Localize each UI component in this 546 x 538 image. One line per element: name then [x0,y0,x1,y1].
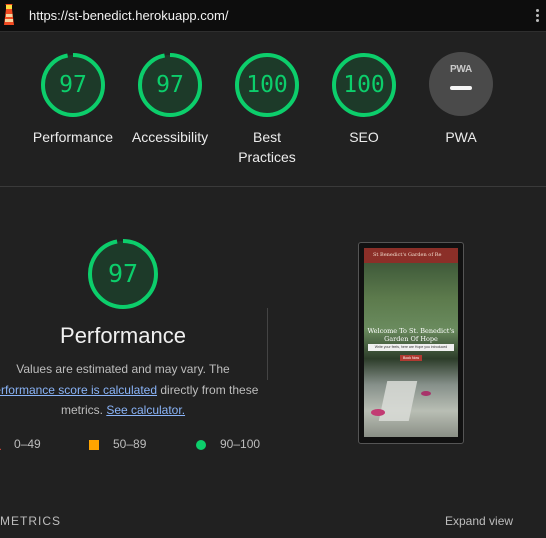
pass-circle-icon [196,439,206,450]
gauge-label: Best Practices [238,129,296,165]
thumb-flowers [421,391,431,396]
score-value: 100 [246,72,288,98]
gauge-performance[interactable]: 97 Performance [18,52,128,147]
thumb-search-bar: Write your feels, here are Hope you intr… [368,344,454,351]
pwa-badge-text: PWA [450,64,472,75]
legend-average: 50–89 [89,437,146,451]
score-ring: 97 [137,52,203,118]
gauge-seo[interactable]: 100 SEO [309,52,419,147]
thumb-flowers [371,409,385,416]
score-ring: 100 [234,52,300,118]
gauge-label: PWA [445,129,477,145]
average-square-icon [89,439,99,450]
final-screenshot-thumbnail[interactable]: St Benedict's Garden of Re Welcome To St… [358,242,464,444]
performance-score-gauge: 97 [87,238,159,310]
pwa-badge-icon: PWA [429,52,493,116]
thumb-hero-line: Garden Of Hope [384,335,438,343]
legend-range: 90–100 [220,437,261,451]
score-ring: 97 [40,52,106,118]
see-calculator-link[interactable]: See calculator. [106,403,185,417]
top-bar: https://st-benedict.herokuapp.com/ [0,0,546,32]
thumb-hero-title: Welcome To St. Benedict's Garden Of Hope [359,327,463,343]
fail-triangle-icon [0,448,1,451]
gauge-label: Accessibility [131,129,209,145]
legend-pass: 90–100 [196,437,260,451]
gauge-label: SEO [349,129,379,145]
score-ring: 100 [331,52,397,118]
performance-description: Values are estimated and may vary. The p… [0,359,266,421]
desc-text: Values are estimated and may vary. The [16,362,230,376]
gauge-pwa[interactable]: PWA PWA [406,52,516,147]
thumb-navbar: St Benedict's Garden of Re [364,248,458,263]
score-calculated-link[interactable]: performance score is calculated [0,383,157,397]
legend-range: 0–49 [14,437,41,451]
legend-fail: 0–49 [0,437,41,451]
performance-title: Performance [60,323,186,348]
vertical-divider [267,308,268,380]
expand-view-toggle[interactable]: Expand view [445,514,513,528]
legend-range: 50–89 [113,437,147,451]
desc-text: directly from these [157,382,259,397]
score-value: 97 [156,72,184,98]
gauge-label: Performance [32,129,114,145]
desc-text: metrics. [60,403,107,417]
lighthouse-icon [4,4,14,25]
thumb-book-button: Book Now [400,355,422,361]
performance-score-value: 97 [107,259,139,288]
gauge-accessibility[interactable]: 97 Accessibility [115,52,225,147]
more-vert-icon[interactable] [536,9,540,24]
gauge-best-practices[interactable]: 100 Best Practices [212,52,322,167]
thumb-hero-line: Welcome To St. Benedict's [367,327,455,335]
score-value: 100 [343,72,385,98]
thumb-brand: St Benedict's Garden of Re [373,252,442,258]
pwa-dash [450,86,472,90]
page-url[interactable]: https://st-benedict.herokuapp.com/ [29,8,228,23]
metrics-heading: METRICS [0,514,61,528]
section-divider [0,186,546,187]
score-value: 97 [59,72,87,98]
